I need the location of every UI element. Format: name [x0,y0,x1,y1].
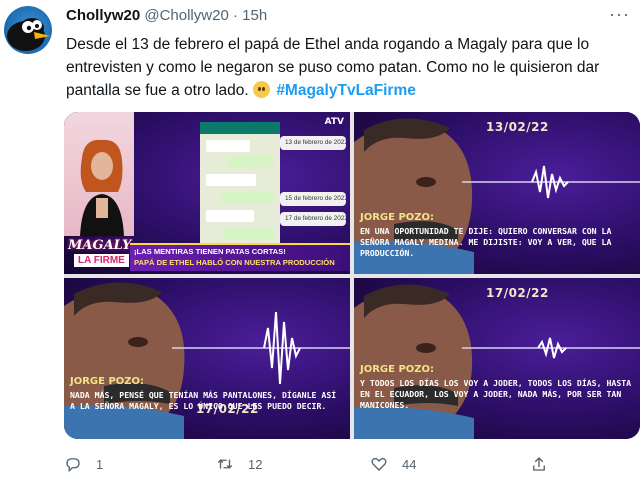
media-grid: ATV 13 de febrero de 2022 15 de febrero … [64,112,640,439]
chat-bubble [224,228,274,240]
like-count: 44 [402,456,417,472]
show-logo-line2: LA FIRME [74,254,129,267]
video-subtitle: EN UNA OPORTUNIDAD TE DIJE: QUIERO CONVE… [360,226,612,258]
channel-logo: ATV [324,117,344,127]
grimace-emoji-icon [253,81,270,98]
tweet-action-bar: 1 12 44 [64,452,640,479]
hashtag-link[interactable]: #MagalyTvLaFirme [276,82,416,99]
share-button[interactable] [530,452,562,476]
chat-bubble [222,192,274,204]
video-subtitle: NADA MÁS, PENSÉ QUE TENÍAN MÁS PANTALONE… [70,390,337,411]
reply-count: 1 [96,456,104,472]
banner-line2: PAPÁ DE ETHEL HABLÓ CON NUESTRA PRODUCCI… [134,258,335,267]
video-date: 13/02/22 [486,120,549,134]
separator-dot: · [232,7,238,24]
video-date: 17/02/22 [486,286,549,300]
chat-screenshot [200,122,280,246]
chat-date-label: 15 de febrero de 2022 [280,192,348,206]
speaker-label: JORGE POZO: [70,376,145,387]
share-icon [533,457,545,471]
display-name[interactable]: Chollyw20 [66,7,140,24]
studio-inset [64,112,134,236]
reply-icon [66,458,80,473]
audio-waveform-icon [462,165,640,199]
chat-bubble [228,156,274,168]
speaker-label: JORGE POZO: [360,212,435,223]
handle[interactable]: @Chollyw20 [144,7,228,24]
chat-header [200,122,280,134]
cartoon-avatar-icon [7,18,50,51]
audio-waveform-icon [172,311,350,385]
chat-date-label: 13 de febrero de 2022 [280,136,348,150]
lower-third-banner: ¡LAS MENTIRAS TIENEN PATAS CORTAS! PAPÁ … [130,243,350,271]
chat-bubble [206,210,254,222]
chat-bubble [206,174,256,186]
audio-waveform-icon [462,337,640,359]
tweet-text: Desde el 13 de febrero el papá de Ethel … [66,33,634,102]
heart-icon [371,457,387,471]
retweet-button[interactable]: 12 [216,452,262,476]
show-logo-line1: MAGALY [68,238,132,253]
reply-button[interactable]: 1 [64,452,103,476]
video-subtitle: Y TODOS LOS DÍAS LOS VOY A JODER, TODOS … [360,378,632,410]
retweet-icon [217,459,233,469]
show-logo: MAGALY LA FIRME [66,238,132,272]
like-button[interactable]: 44 [370,452,416,476]
retweet-count: 12 [248,456,263,472]
media-image-3[interactable]: 17/02/22 JORGE POZO: NADA MÁS, PENSÉ QUE… [64,278,350,439]
more-icon[interactable]: ··· [609,4,630,25]
chat-date-label: 17 de febrero de 2022 [280,212,348,226]
speaker-label: JORGE POZO: [360,364,435,375]
media-image-2[interactable]: 13/02/22 JORGE POZO: EN UNA OPORTUNIDAD … [354,112,640,274]
avatar[interactable] [4,6,52,54]
timestamp[interactable]: 15h [242,7,267,24]
tweet-header: Chollyw20 @Chollyw20 · 15h [66,7,267,24]
chat-bubble [206,140,250,152]
media-image-1[interactable]: ATV 13 de febrero de 2022 15 de febrero … [64,112,350,274]
banner-line1: ¡LAS MENTIRAS TIENEN PATAS CORTAS! [134,247,286,256]
media-image-4[interactable]: 17/02/22 JORGE POZO: Y TODOS LOS DÍAS LO… [354,278,640,439]
host-figure-icon [80,139,124,236]
